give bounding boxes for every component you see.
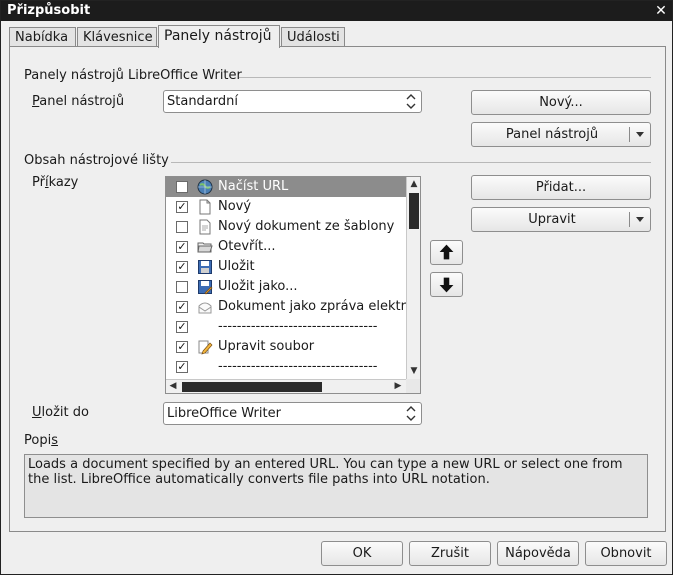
checkbox[interactable]: ✓ (176, 201, 188, 213)
content-heading: Obsah nástrojové lišty (24, 153, 169, 168)
list-item-label: ---------------------------------- (218, 359, 378, 374)
scroll-corner (406, 379, 420, 393)
list-item[interactable]: Nový dokument ze šablony (166, 217, 406, 237)
list-item-label: Dokument jako zpráva elektronické pošty.… (218, 299, 406, 314)
arrow-down-icon (439, 277, 454, 293)
save-in-label-mnemonic: U (32, 405, 42, 420)
cancel-button[interactable]: Zrušit (409, 541, 491, 566)
list-item[interactable]: ✓ Otevřít... (166, 237, 406, 257)
list-item[interactable]: Načíst URL (166, 177, 406, 197)
toolbar-menu-button-label: Panel nástrojů (505, 127, 599, 142)
arrow-up-icon (439, 244, 454, 260)
chevron-down-icon (636, 132, 644, 137)
description-label-rest: Popi (24, 433, 52, 448)
list-item-label: Otevřít... (218, 239, 276, 254)
description-label-mnemonic: s (51, 433, 58, 448)
open-folder-icon (197, 242, 213, 253)
checkbox[interactable] (176, 281, 188, 293)
commands-label-rest2: kazy (48, 175, 79, 190)
new-toolbar-button[interactable]: Nový... (471, 90, 651, 115)
list-item-label: Uložit (218, 259, 255, 274)
commands-label: Příkazy (32, 175, 78, 190)
list-item-label: Nový (218, 199, 252, 214)
tab-events[interactable]: Události (281, 27, 345, 47)
scroll-down-icon[interactable]: ▼ (408, 365, 420, 377)
modify-button[interactable]: Upravit (471, 207, 651, 232)
menu-button-separator (629, 212, 630, 227)
checkbox[interactable]: ✓ (176, 241, 188, 253)
ok-button[interactable]: OK (321, 541, 403, 566)
list-item[interactable]: ✓ Uložit (166, 257, 406, 277)
new-document-icon (199, 199, 211, 215)
list-item[interactable]: ✓ Dokument jako zpráva elektronické pošt… (166, 297, 406, 317)
add-command-button[interactable]: Přidat... (471, 175, 651, 200)
email-icon (198, 302, 212, 314)
list-item[interactable]: Uložit jako... (166, 277, 406, 297)
reset-button[interactable]: Obnovit (585, 541, 667, 566)
checkbox[interactable] (176, 181, 188, 193)
list-item[interactable]: ✓ ---------------------------------- (166, 357, 406, 377)
close-icon[interactable]: ✕ (654, 1, 668, 21)
toolbars-heading-divider (239, 77, 651, 78)
save-icon (198, 260, 212, 274)
toolbar-select[interactable]: Standardní (163, 90, 422, 113)
tab-toolbars[interactable]: Panely nástrojů (158, 25, 280, 48)
edit-file-icon (198, 340, 213, 355)
horizontal-scrollbar[interactable]: ◀ ▶ (166, 379, 406, 393)
window-title: Přizpůsobit (7, 3, 91, 18)
move-down-button[interactable] (430, 272, 463, 297)
tab-menu[interactable]: Nabídka (9, 27, 76, 47)
template-icon (199, 219, 211, 235)
help-button[interactable]: Nápověda (497, 541, 579, 566)
modify-button-label: Upravit (528, 212, 576, 227)
description-label: Popis (24, 433, 58, 448)
chevron-down-icon (636, 217, 644, 222)
list-item-label: Nový dokument ze šablony (218, 219, 395, 234)
save-in-select-value: LibreOffice Writer (167, 406, 281, 421)
title-bar: Přizpůsobit ✕ (1, 1, 672, 21)
description-box: Loads a document specified by an entered… (24, 454, 648, 518)
tab-keyboard[interactable]: Klávesnice (77, 27, 157, 47)
checkbox[interactable]: ✓ (176, 321, 188, 333)
updown-icon (406, 406, 416, 421)
save-in-label-rest: ložit do (41, 405, 89, 420)
checkbox[interactable]: ✓ (176, 301, 188, 313)
save-in-select[interactable]: LibreOffice Writer (163, 402, 422, 425)
updown-icon (406, 94, 416, 109)
save-as-icon (198, 280, 213, 295)
list-item-label: Načíst URL (218, 179, 289, 194)
list-item-label: ---------------------------------- (218, 319, 378, 334)
checkbox[interactable]: ✓ (176, 341, 188, 353)
scroll-right-icon[interactable]: ▶ (392, 380, 404, 392)
scroll-up-icon[interactable]: ▲ (408, 178, 420, 190)
list-item[interactable]: ✓ ---------------------------------- (166, 317, 406, 337)
move-up-button[interactable] (430, 240, 463, 265)
globe-icon (197, 179, 213, 195)
checkbox[interactable]: ✓ (176, 361, 188, 373)
toolbar-label-rest: anel nástrojů (39, 94, 125, 109)
checkbox[interactable]: ✓ (176, 261, 188, 273)
list-item[interactable]: ✓ Upravit soubor (166, 337, 406, 357)
toolbar-label: Panel nástrojů (32, 94, 124, 109)
commands-list[interactable]: Načíst URL ✓ Nový Nový dokument ze šablo… (165, 176, 421, 394)
vertical-scroll-thumb[interactable] (409, 193, 419, 229)
save-in-label: Uložit do (32, 405, 89, 420)
list-item-label: Upravit soubor (218, 339, 315, 354)
list-item-label: Uložit jako... (218, 279, 298, 294)
content-heading-divider (171, 162, 651, 163)
customize-dialog: Přizpůsobit ✕ Nabídka Klávesnice Panely … (0, 0, 673, 575)
horizontal-scroll-thumb[interactable] (182, 382, 322, 392)
toolbar-menu-button[interactable]: Panel nástrojů (471, 122, 651, 147)
checkbox[interactable] (176, 221, 188, 233)
commands-label-rest1: Př (32, 175, 45, 190)
vertical-scrollbar[interactable]: ▲ ▼ (406, 177, 420, 379)
menu-button-separator (629, 127, 630, 142)
toolbar-select-value: Standardní (167, 94, 238, 109)
list-item[interactable]: ✓ Nový (166, 197, 406, 217)
toolbars-heading: Panely nástrojů LibreOffice Writer (24, 68, 242, 83)
scroll-left-icon[interactable]: ◀ (167, 380, 179, 392)
